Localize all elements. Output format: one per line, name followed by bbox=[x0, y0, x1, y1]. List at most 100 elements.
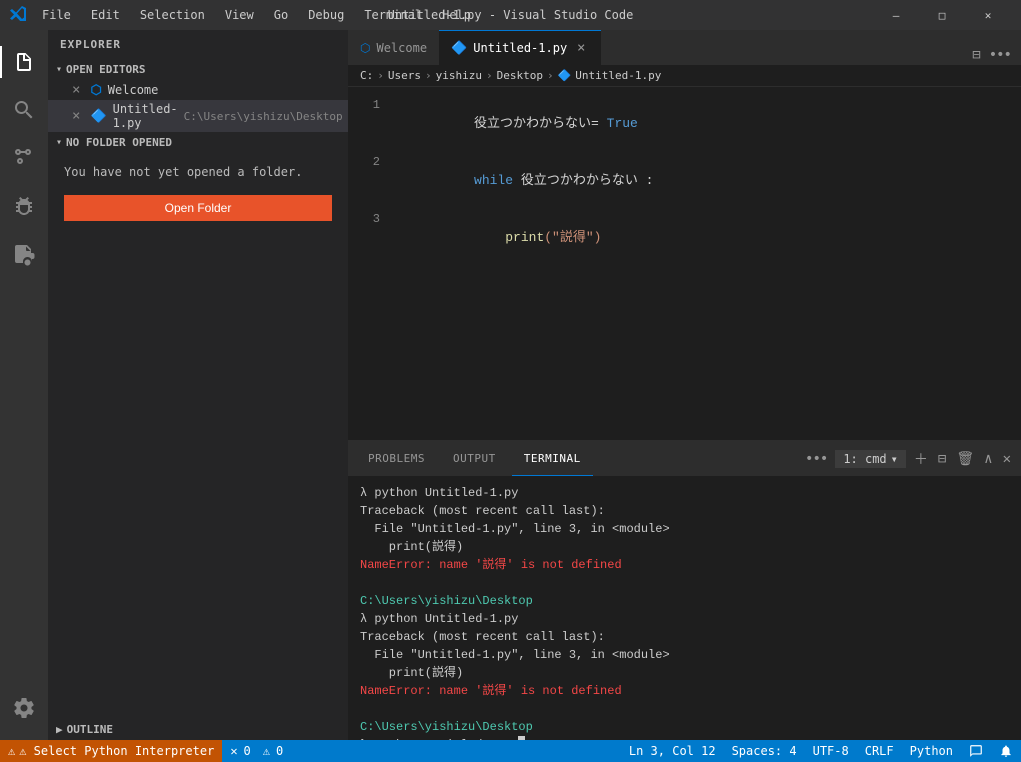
code-editor[interactable]: 1 役立つかわからない= True 2 while 役立つかわからない : 3 … bbox=[348, 87, 1021, 440]
no-folder-arrow: ▾ bbox=[56, 137, 62, 148]
breadcrumb-file[interactable]: Untitled-1.py bbox=[575, 69, 661, 82]
menu-selection[interactable]: Selection bbox=[132, 6, 213, 24]
terminal-selector[interactable]: 1: cmd ▾ bbox=[835, 450, 906, 468]
breadcrumb-sep-1: › bbox=[377, 69, 384, 82]
language-mode[interactable]: Python bbox=[902, 740, 961, 762]
warning-triangle-icon: ⚠ bbox=[8, 744, 15, 758]
split-terminal-icon[interactable]: ⊟ bbox=[936, 449, 948, 469]
open-editors-arrow: ▾ bbox=[56, 64, 62, 75]
vscode-logo bbox=[10, 5, 26, 25]
close-panel-icon[interactable]: ✕ bbox=[1001, 449, 1013, 469]
terminal-selector-arrow: ▾ bbox=[891, 452, 898, 466]
term-line-13 bbox=[360, 700, 1009, 718]
untitled-tab-close-icon[interactable]: × bbox=[573, 40, 589, 56]
python-interpreter-warning[interactable]: ⚠ ⚠ Select Python Interpreter bbox=[0, 740, 222, 762]
breadcrumb-c[interactable]: C: bbox=[360, 69, 373, 82]
welcome-editor-item[interactable]: × ⬡ Welcome bbox=[48, 80, 348, 100]
menu-file[interactable]: File bbox=[34, 6, 79, 24]
open-editors-header[interactable]: ▾ Open Editors bbox=[48, 59, 348, 80]
panel-tab-actions: ••• 1: cmd ▾ ＋ ⊟ 🗑 ∧ ✕ bbox=[803, 447, 1013, 471]
panel-more-icon[interactable]: ••• bbox=[803, 449, 829, 469]
line-ending[interactable]: CRLF bbox=[857, 740, 902, 762]
untitled-tab[interactable]: 🔷 Untitled-1.py × bbox=[439, 30, 601, 65]
welcome-tab[interactable]: ⬡ Welcome bbox=[348, 30, 439, 65]
sidebar-title: Explorer bbox=[48, 30, 348, 59]
source-control-activity-icon[interactable] bbox=[0, 134, 48, 182]
code-token-1-2: = bbox=[591, 116, 607, 131]
term-line-4: print(説得) bbox=[360, 538, 1009, 556]
delete-terminal-icon[interactable]: 🗑 bbox=[954, 449, 976, 469]
cursor-position[interactable]: Ln 3, Col 12 bbox=[621, 740, 724, 762]
editor-area: ⬡ Welcome 🔷 Untitled-1.py × ⊟ ••• C: › U… bbox=[348, 30, 1021, 740]
error-count-icon: ✕ bbox=[230, 744, 237, 758]
menu-debug[interactable]: Debug bbox=[300, 6, 352, 24]
terminal-content[interactable]: λ python Untitled-1.py Traceback (most r… bbox=[348, 476, 1021, 740]
tab-bar-actions: ⊟ ••• bbox=[962, 45, 1021, 65]
code-token-3-1 bbox=[474, 230, 505, 245]
untitled-close-icon[interactable]: × bbox=[72, 108, 80, 124]
code-token-2-2: 役立つかわからない bbox=[521, 173, 638, 188]
maximize-button[interactable]: □ bbox=[919, 0, 965, 30]
bell-icon[interactable] bbox=[991, 740, 1021, 762]
outline-arrow: ▶ bbox=[56, 723, 63, 736]
code-token-3-3: ("説得") bbox=[544, 230, 601, 245]
open-folder-button[interactable]: Open Folder bbox=[64, 195, 332, 221]
terminal-tab[interactable]: TERMINAL bbox=[512, 441, 593, 476]
indentation[interactable]: Spaces: 4 bbox=[724, 740, 805, 762]
menu-view[interactable]: View bbox=[217, 6, 262, 24]
window-title: Untitled-1.py - Visual Studio Code bbox=[388, 8, 634, 22]
breadcrumb-sep-2: › bbox=[425, 69, 432, 82]
term-line-11: print(説得) bbox=[360, 664, 1009, 682]
term-line-12: NameError: name '説得' is not defined bbox=[360, 682, 1009, 700]
minimize-button[interactable]: — bbox=[873, 0, 919, 30]
breadcrumb-yishizu[interactable]: yishizu bbox=[436, 69, 482, 82]
line-number-2: 2 bbox=[348, 153, 396, 172]
term-line-5: NameError: name '説得' is not defined bbox=[360, 556, 1009, 574]
status-bar: ⚠ ⚠ Select Python Interpreter ✕ 0 ⚠ 0 Ln… bbox=[0, 740, 1021, 762]
breadcrumb: C: › Users › yishizu › Desktop › 🔷 Untit… bbox=[348, 65, 1021, 87]
menu-go[interactable]: Go bbox=[266, 6, 296, 24]
window-controls: — □ ✕ bbox=[873, 0, 1011, 30]
split-editor-icon[interactable]: ⊟ bbox=[970, 45, 982, 65]
welcome-close-icon[interactable]: × bbox=[72, 82, 80, 98]
code-token-3-2: print bbox=[505, 230, 544, 245]
no-folder-label: No Folder Opened bbox=[66, 136, 172, 149]
line-content-3[interactable]: print("説得") bbox=[396, 209, 1021, 266]
code-line-2: 2 while 役立つかわからない : bbox=[348, 152, 1021, 209]
close-button[interactable]: ✕ bbox=[965, 0, 1011, 30]
search-activity-icon[interactable] bbox=[0, 86, 48, 134]
no-folder-header[interactable]: ▾ No Folder Opened bbox=[48, 132, 348, 153]
line-content-2[interactable]: while 役立つかわからない : bbox=[396, 152, 1021, 209]
term-line-10: File "Untitled-1.py", line 3, in <module… bbox=[360, 646, 1009, 664]
problems-tab[interactable]: PROBLEMS bbox=[356, 441, 437, 476]
error-count-label: 0 bbox=[244, 744, 251, 758]
python-file-icon: 🔷 bbox=[90, 109, 106, 124]
breadcrumb-sep-4: › bbox=[547, 69, 554, 82]
debug-activity-icon[interactable] bbox=[0, 182, 48, 230]
term-line-2: Traceback (most recent call last): bbox=[360, 502, 1009, 520]
panel: PROBLEMS OUTPUT TERMINAL ••• 1: cmd ▾ ＋ … bbox=[348, 440, 1021, 740]
error-warning-count[interactable]: ✕ 0 ⚠ 0 bbox=[222, 740, 291, 762]
menu-edit[interactable]: Edit bbox=[83, 6, 128, 24]
output-tab[interactable]: OUTPUT bbox=[441, 441, 508, 476]
breadcrumb-users[interactable]: Users bbox=[388, 69, 421, 82]
untitled-editor-item[interactable]: × 🔷 Untitled-1.py C:\Users\yishizu\Deskt… bbox=[48, 100, 348, 132]
untitled-tab-icon: 🔷 bbox=[451, 41, 467, 56]
settings-activity-icon[interactable] bbox=[0, 684, 48, 732]
new-terminal-icon[interactable]: ＋ bbox=[912, 447, 930, 471]
untitled-file-name: Untitled-1.py bbox=[113, 102, 178, 130]
term-line-7: C:\Users\yishizu\Desktop bbox=[360, 592, 1009, 610]
code-token-2-1: while bbox=[474, 173, 521, 188]
explorer-activity-icon[interactable] bbox=[0, 38, 48, 86]
line-content-1[interactable]: 役立つかわからない= True bbox=[396, 95, 1021, 152]
feedback-icon[interactable] bbox=[961, 740, 991, 762]
welcome-tab-label: Welcome bbox=[376, 41, 427, 55]
untitled-file-path: C:\Users\yishizu\Desktop bbox=[184, 110, 343, 123]
status-bar-right: Ln 3, Col 12 Spaces: 4 UTF-8 CRLF Python bbox=[621, 740, 1021, 762]
maximize-panel-icon[interactable]: ∧ bbox=[982, 449, 994, 469]
outline-header[interactable]: ▶ Outline bbox=[48, 719, 348, 740]
extensions-activity-icon[interactable] bbox=[0, 230, 48, 278]
more-actions-icon[interactable]: ••• bbox=[987, 45, 1013, 65]
encoding[interactable]: UTF-8 bbox=[805, 740, 857, 762]
breadcrumb-desktop[interactable]: Desktop bbox=[497, 69, 543, 82]
